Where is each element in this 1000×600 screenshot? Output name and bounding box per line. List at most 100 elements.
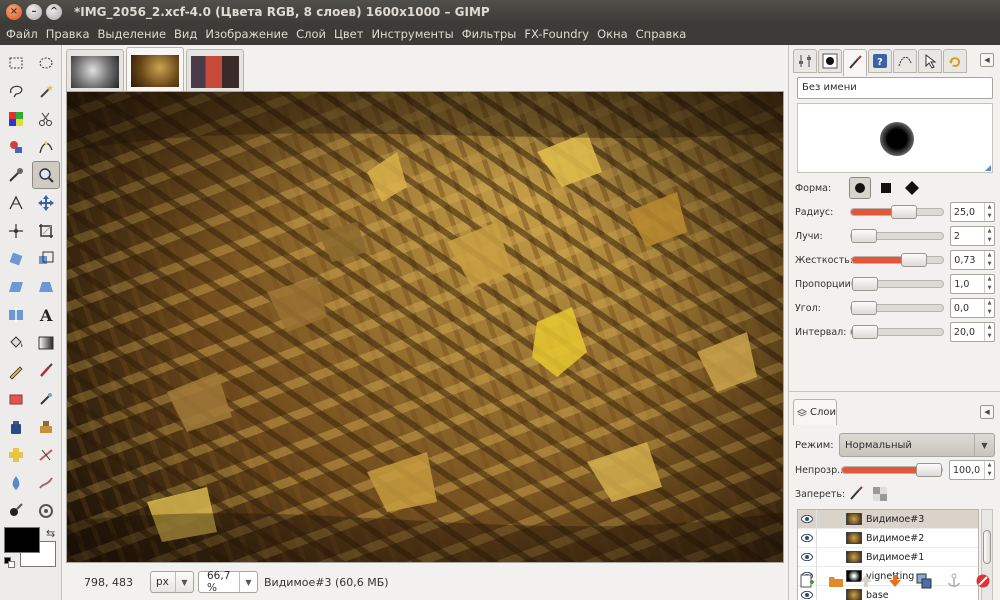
heal-icon[interactable] bbox=[2, 441, 30, 469]
menu-item[interactable]: Вид bbox=[170, 24, 201, 45]
brush-prop-slider[interactable] bbox=[849, 229, 944, 243]
anchor-layer-button[interactable] bbox=[944, 571, 964, 591]
spinner-arrows-icon[interactable]: ▲ ▼ bbox=[984, 461, 994, 479]
swap-colors-icon[interactable]: ⇆ bbox=[46, 527, 55, 540]
brush-prop-slider[interactable] bbox=[851, 253, 945, 267]
shear-icon[interactable] bbox=[2, 273, 30, 301]
brush-prop-slider[interactable] bbox=[849, 301, 944, 315]
circle-shape-button[interactable] bbox=[849, 177, 871, 199]
spinner-arrows-icon[interactable]: ▲ ▼ bbox=[984, 251, 994, 269]
delete-layer-button[interactable] bbox=[973, 571, 993, 591]
measure-icon[interactable] bbox=[2, 189, 30, 217]
clone-icon[interactable] bbox=[32, 413, 60, 441]
image-canvas[interactable] bbox=[67, 92, 783, 562]
layer-row[interactable]: Видимое#1 bbox=[798, 547, 978, 567]
menu-item[interactable]: Цвет bbox=[330, 24, 367, 45]
chain-toggle[interactable] bbox=[816, 547, 846, 567]
move-icon[interactable] bbox=[32, 189, 60, 217]
lasso-icon[interactable] bbox=[2, 77, 30, 105]
layer-row[interactable]: Видимое#3 bbox=[798, 510, 978, 529]
spinner-arrows-icon[interactable]: ▲ ▼ bbox=[984, 323, 994, 341]
undo-history-tab[interactable] bbox=[943, 49, 967, 73]
brush-prop-spinner[interactable]: 0,73 ▲ ▼ bbox=[950, 250, 995, 270]
menu-item[interactable]: Выделение bbox=[94, 24, 171, 45]
ink-icon[interactable] bbox=[2, 413, 30, 441]
brush-prop-spinner[interactable]: 25,0 ▲ ▼ bbox=[949, 202, 995, 222]
raise-layer-button[interactable] bbox=[856, 571, 876, 591]
brush-prop-slider[interactable] bbox=[849, 325, 944, 339]
bucket-fill-icon[interactable] bbox=[2, 329, 30, 357]
mode-selector[interactable]: Нормальный ▼ bbox=[839, 433, 995, 457]
opacity-slider[interactable] bbox=[841, 463, 943, 477]
spinner-arrows-icon[interactable]: ▲ ▼ bbox=[984, 203, 994, 221]
text-icon[interactable]: A bbox=[32, 301, 60, 329]
scrollbar-thumb[interactable] bbox=[983, 530, 991, 564]
chain-toggle[interactable] bbox=[816, 528, 846, 548]
layers-tab[interactable]: Слои bbox=[793, 399, 837, 425]
menu-item[interactable]: Слой bbox=[292, 24, 330, 45]
g-mic-icon[interactable] bbox=[32, 497, 60, 525]
image-tab-2[interactable] bbox=[126, 47, 184, 93]
dodge-burn-icon[interactable] bbox=[2, 497, 30, 525]
blend-icon[interactable] bbox=[32, 329, 60, 357]
flip-icon[interactable] bbox=[2, 301, 30, 329]
select-by-color-icon[interactable] bbox=[2, 105, 30, 133]
eye-icon[interactable] bbox=[798, 515, 816, 523]
scale-icon[interactable] bbox=[32, 245, 60, 273]
menu-item[interactable]: Файл bbox=[2, 24, 42, 45]
blur-icon[interactable] bbox=[2, 469, 30, 497]
zoom-selector[interactable]: 66,7 % ▼ bbox=[198, 570, 258, 594]
paths-icon[interactable] bbox=[32, 133, 60, 161]
spinner-arrows-icon[interactable]: ▲ ▼ bbox=[984, 299, 994, 317]
crop-icon[interactable] bbox=[32, 217, 60, 245]
brush-prop-spinner[interactable]: 0,0 ▲ ▼ bbox=[949, 298, 995, 318]
rotate-icon[interactable] bbox=[2, 245, 30, 273]
new-layer-button[interactable] bbox=[797, 571, 817, 591]
foreground-color[interactable] bbox=[4, 527, 40, 553]
brush-prop-spinner[interactable]: 1,0 ▲ ▼ bbox=[950, 274, 995, 294]
rect-select-icon[interactable] bbox=[2, 49, 30, 77]
pointer-tab[interactable] bbox=[918, 49, 942, 73]
ellipse-select-icon[interactable] bbox=[32, 49, 60, 77]
brushes-tab[interactable] bbox=[818, 49, 842, 73]
brush-prop-spinner[interactable]: 20,0 ▲ ▼ bbox=[949, 322, 995, 342]
smudge-icon[interactable] bbox=[32, 469, 60, 497]
diamond-shape-button[interactable] bbox=[901, 177, 923, 199]
lower-layer-button[interactable] bbox=[885, 571, 905, 591]
brush-prop-spinner[interactable]: 2 ▲ ▼ bbox=[949, 226, 995, 246]
airbrush-icon[interactable] bbox=[32, 385, 60, 413]
square-shape-button[interactable] bbox=[875, 177, 897, 199]
chain-toggle[interactable] bbox=[816, 510, 846, 529]
layer-row[interactable]: Видимое#2 bbox=[798, 528, 978, 548]
brush-prop-slider[interactable] bbox=[849, 205, 944, 219]
zoom-icon[interactable] bbox=[32, 161, 60, 189]
brush-name-field[interactable]: Без имени bbox=[797, 77, 993, 99]
new-layer-group-button[interactable] bbox=[826, 571, 846, 591]
image-tab-1[interactable] bbox=[66, 49, 124, 93]
menu-item[interactable]: Справка bbox=[632, 24, 691, 45]
lock-alpha-icon[interactable] bbox=[871, 485, 889, 503]
menu-item[interactable]: Фильтры bbox=[458, 24, 521, 45]
tool-options-tab[interactable] bbox=[793, 49, 817, 73]
minimize-window-button[interactable]: – bbox=[26, 4, 42, 20]
layers-menu-icon[interactable]: ◀ bbox=[980, 405, 994, 419]
opacity-spinner[interactable]: 100,0 ▲ ▼ bbox=[949, 460, 995, 480]
lock-pixels-icon[interactable] bbox=[847, 485, 865, 503]
align-icon[interactable] bbox=[2, 217, 30, 245]
perspective-icon[interactable] bbox=[32, 273, 60, 301]
duplicate-layer-button[interactable] bbox=[914, 571, 934, 591]
paintbrush-icon[interactable] bbox=[32, 357, 60, 385]
maximize-window-button[interactable]: ^ bbox=[46, 4, 62, 20]
menu-item[interactable]: Окна bbox=[593, 24, 632, 45]
eraser-icon[interactable] bbox=[2, 385, 30, 413]
spinner-arrows-icon[interactable]: ▲ ▼ bbox=[984, 275, 994, 293]
reset-colors-icon[interactable] bbox=[4, 557, 16, 569]
foreground-select-icon[interactable] bbox=[2, 133, 30, 161]
paths-tab[interactable] bbox=[893, 49, 917, 73]
menu-item[interactable]: Правка bbox=[42, 24, 94, 45]
scissors-icon[interactable] bbox=[32, 105, 60, 133]
pencil-icon[interactable] bbox=[2, 357, 30, 385]
eye-icon[interactable] bbox=[798, 534, 816, 542]
dock-separator[interactable] bbox=[789, 391, 1000, 397]
spinner-arrows-icon[interactable]: ▲ ▼ bbox=[984, 227, 994, 245]
